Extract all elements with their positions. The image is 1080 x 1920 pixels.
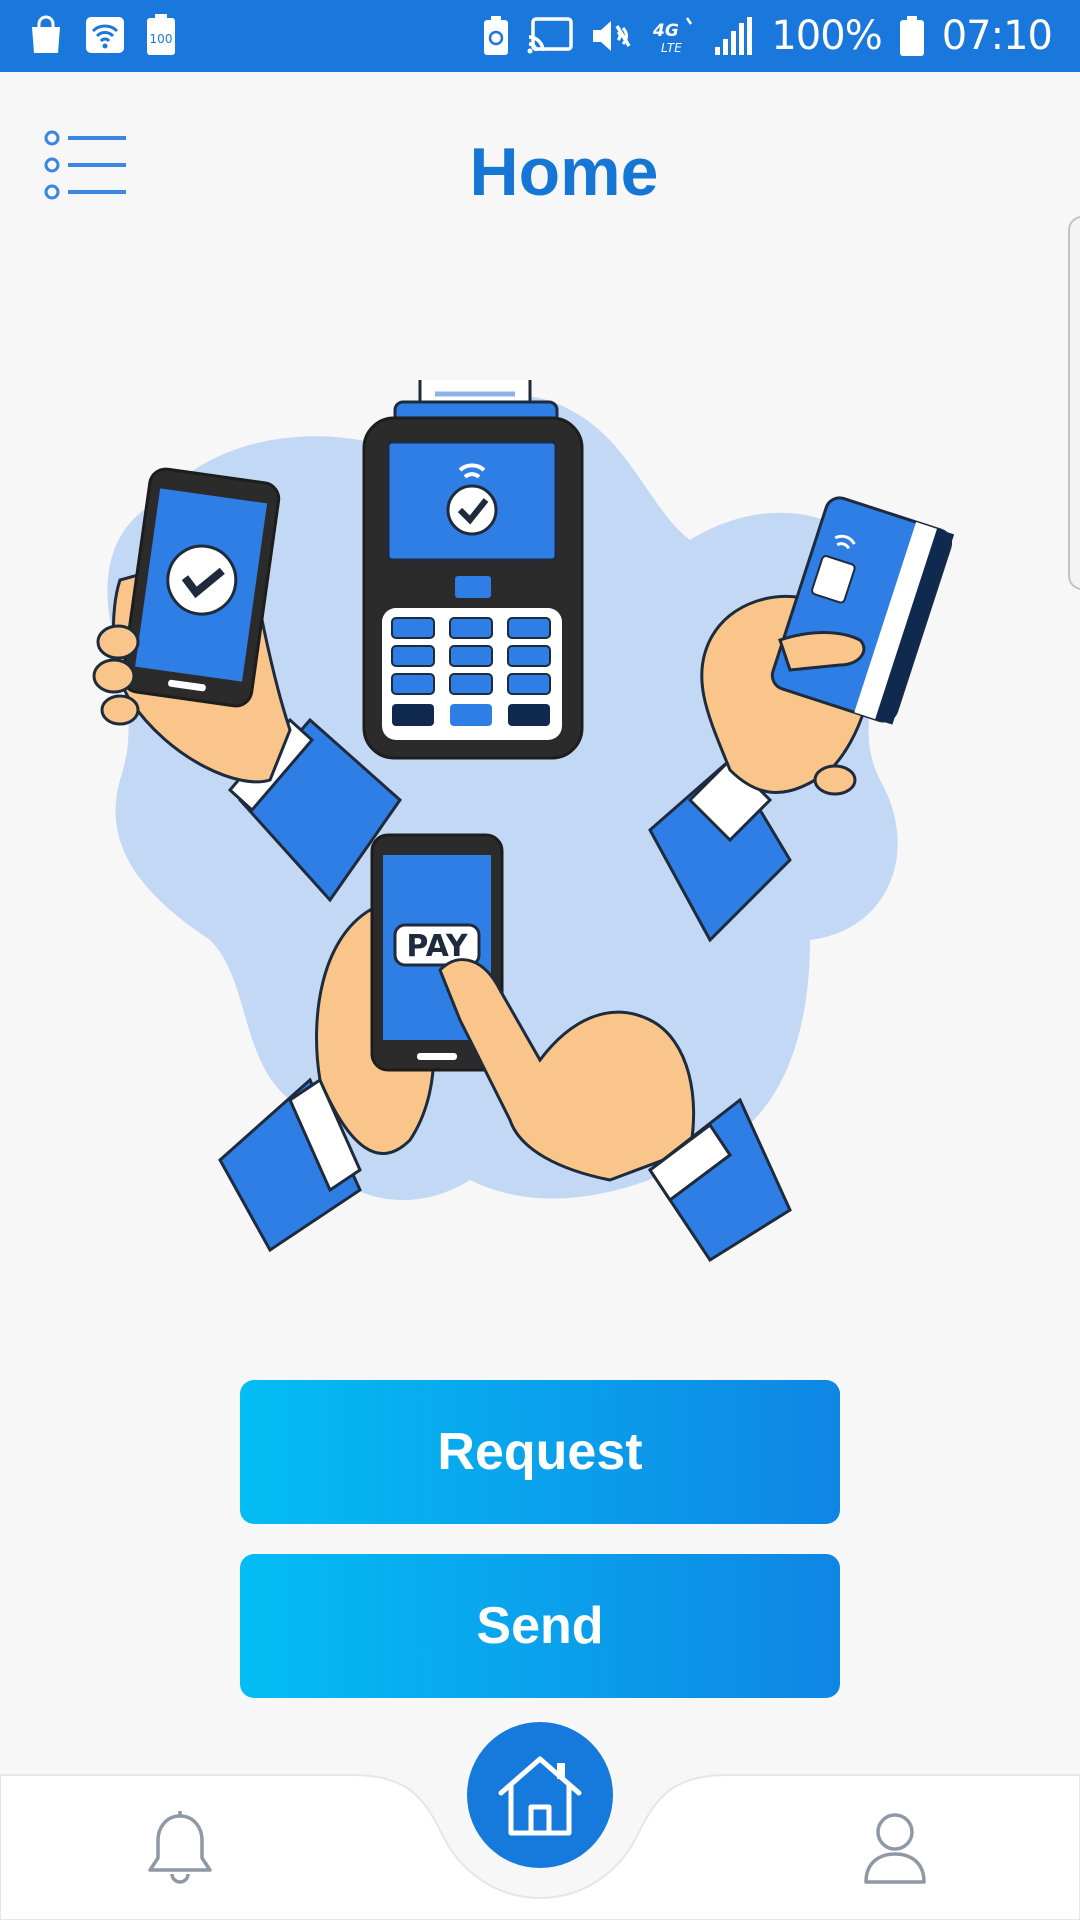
mute-icon <box>591 16 633 56</box>
nav-home[interactable] <box>467 1722 613 1868</box>
status-bar-left: 100 <box>28 14 176 56</box>
request-button[interactable]: Request <box>240 1380 840 1524</box>
network-label: 4G <box>652 21 679 41</box>
profile-icon <box>864 1813 926 1884</box>
nav-profile[interactable] <box>862 1810 928 1891</box>
status-bar: 100 4G LTE 100% 07:10 <box>0 0 1080 72</box>
lte-icon: 4G LTE <box>651 16 695 56</box>
screen: 100 4G LTE 100% 07:10 Home PAY Request S… <box>0 0 1080 1920</box>
home-icon <box>498 1756 582 1836</box>
clock: 07:10 <box>941 13 1053 59</box>
network-sub-label: LTE <box>661 41 682 55</box>
battery-100-icon: 100 <box>146 14 176 56</box>
cast-icon <box>527 17 574 55</box>
bottom-navigation <box>0 1722 1080 1920</box>
battery-saver-icon <box>483 16 509 56</box>
battery-small-label: 100 <box>150 32 173 46</box>
bell-icon <box>148 1811 212 1884</box>
edge-panel-handle[interactable] <box>1068 216 1080 590</box>
signal-icon <box>713 17 753 55</box>
battery-icon <box>899 16 924 56</box>
battery-percent: 100% <box>771 13 882 59</box>
page-title: Home <box>469 134 659 210</box>
nav-notifications[interactable] <box>144 1810 216 1891</box>
status-bar-right: 4G LTE 100% 07:10 <box>483 10 1053 62</box>
payment-illustration: PAY <box>92 380 955 1263</box>
card-terminal <box>362 380 584 760</box>
shopping-bag-icon <box>28 15 64 55</box>
wifi-icon <box>86 17 124 53</box>
send-button[interactable]: Send <box>240 1554 840 1698</box>
